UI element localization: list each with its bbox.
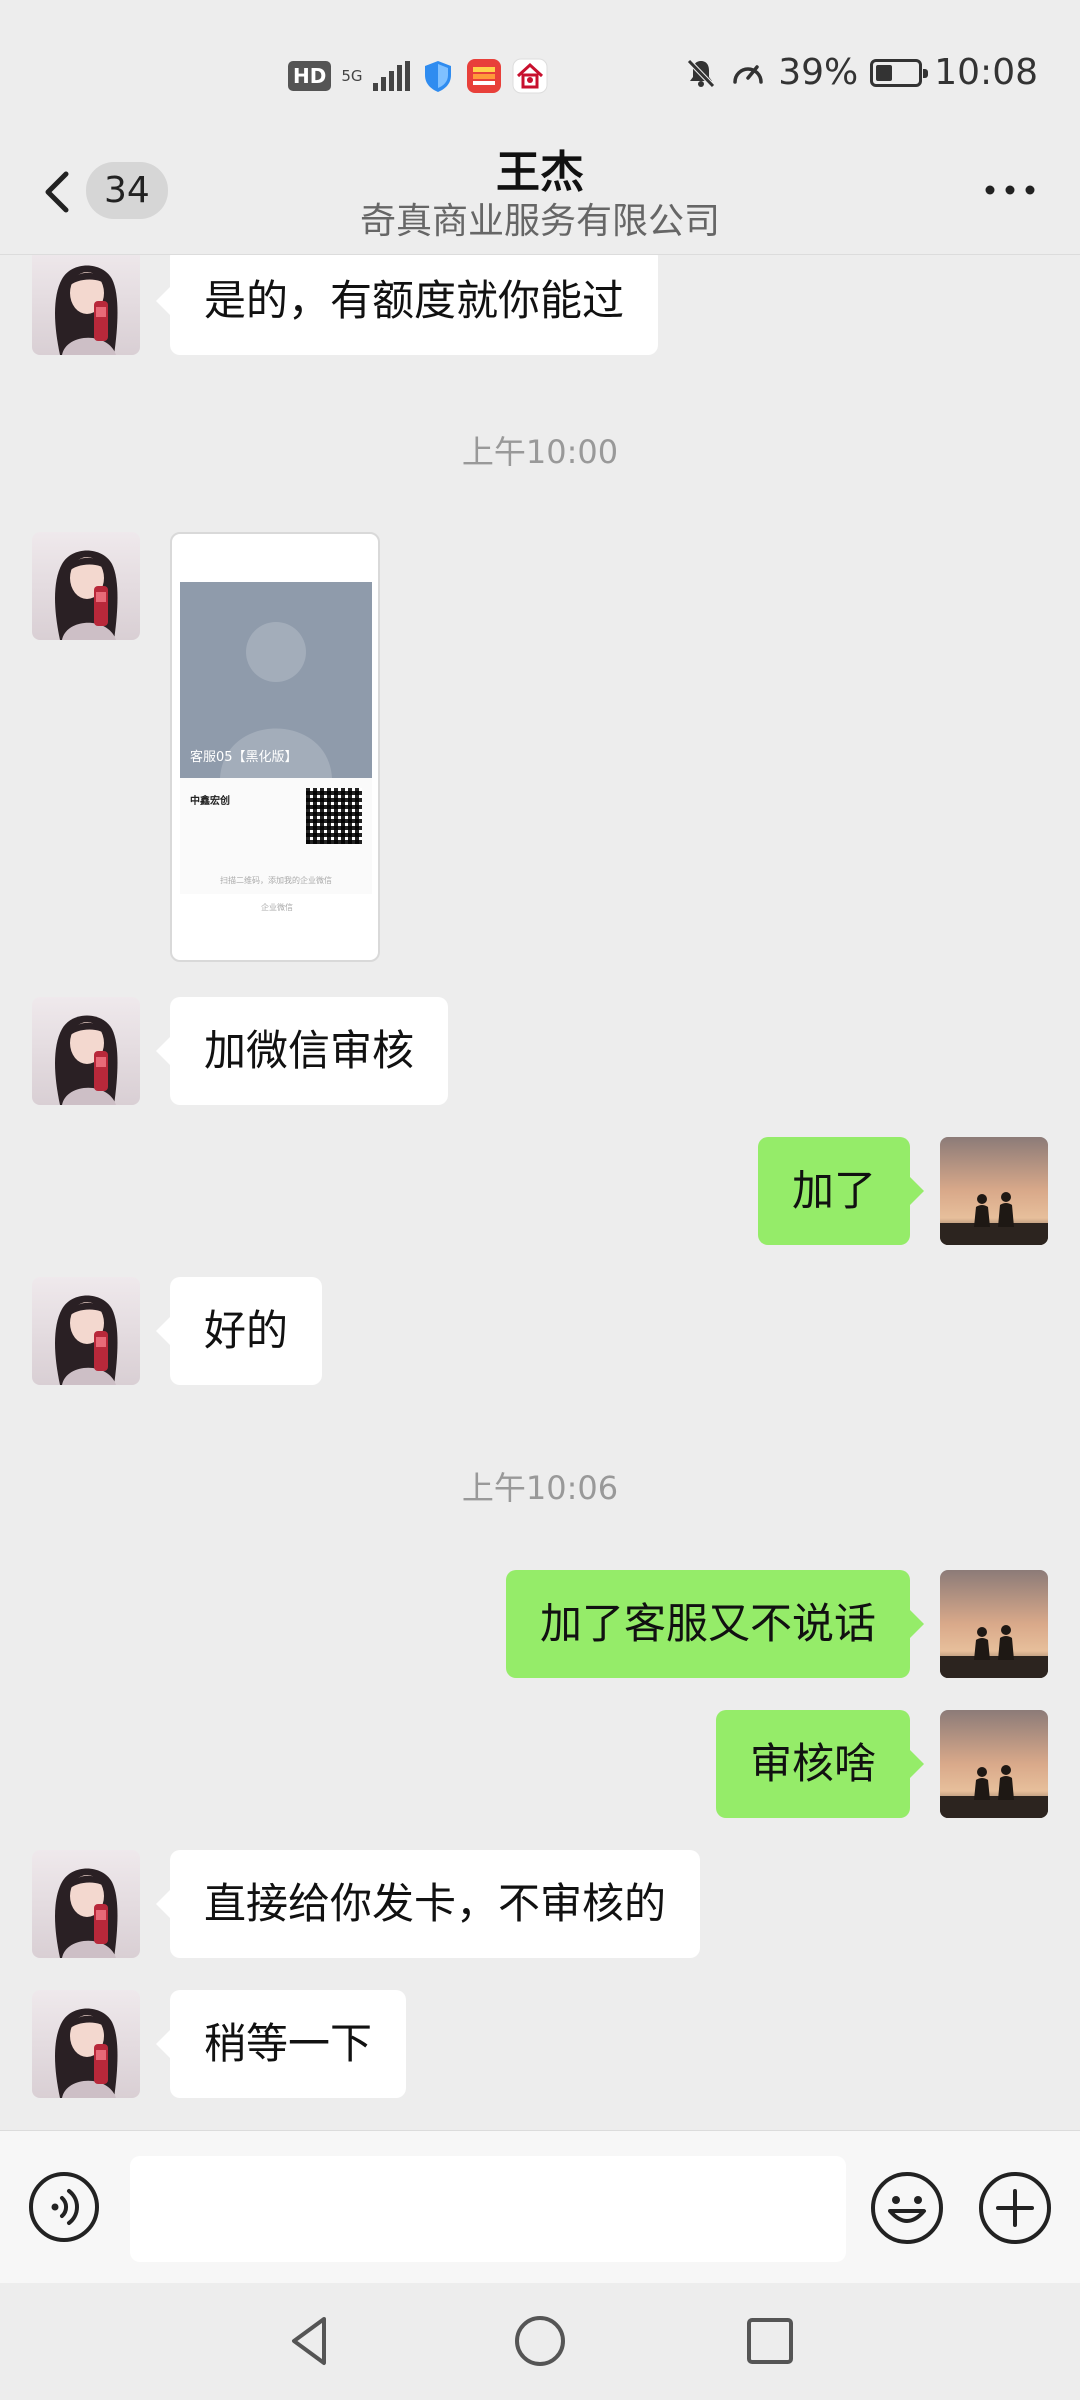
hd-badge: HD <box>288 61 332 91</box>
chat-header: 34 王杰 奇真商业服务有限公司 <box>0 147 1080 255</box>
status-left-icons: HD 5G <box>288 58 548 94</box>
my-avatar[interactable] <box>940 1570 1048 1678</box>
card-photo: 客服05【黑化版】 <box>180 582 372 778</box>
shield-app-icon <box>424 61 451 92</box>
message-bubble[interactable]: 稍等一下 <box>155 1990 407 2098</box>
message-bubble-self[interactable]: 加了 <box>757 1137 925 1245</box>
nav-recents-icon[interactable] <box>740 2311 800 2371</box>
card-name: 客服05【黑化版】 <box>190 750 298 765</box>
card-company: 中鑫宏创 <box>190 796 230 807</box>
contact-avatar[interactable] <box>32 997 140 1105</box>
system-nav-bar <box>0 2283 1080 2400</box>
status-bar: HD 5G 39% 10:08 <box>0 0 1080 150</box>
emoji-icon[interactable] <box>870 2171 944 2245</box>
message-bubble[interactable]: 加微信审核 <box>155 997 449 1105</box>
nav-home-icon[interactable] <box>510 2311 570 2371</box>
contact-card-message[interactable]: 客服05【黑化版】 中鑫宏创 扫描二维码，添加我的企业微信 企业微信 <box>170 532 380 962</box>
message-bubble-self[interactable]: 审核啥 <box>715 1710 925 1818</box>
message-list[interactable]: 是的，有额度就你能过 上午10:00 客服05【黑化版】 中鑫宏创 扫描二维码，… <box>0 255 1080 2130</box>
card-hint: 扫描二维码，添加我的企业微信 <box>220 876 332 885</box>
mute-bell-icon <box>687 58 716 88</box>
contact-avatar[interactable] <box>32 1277 140 1385</box>
card-body: 客服05【黑化版】 中鑫宏创 扫描二维码，添加我的企业微信 <box>180 582 372 894</box>
voice-icon[interactable] <box>28 2171 100 2243</box>
contact-avatar[interactable] <box>32 1990 140 2098</box>
battery-fill <box>876 64 892 81</box>
clock: 10:08 <box>934 52 1038 93</box>
battery-icon <box>870 58 929 87</box>
my-avatar[interactable] <box>940 1137 1048 1245</box>
contact-avatar[interactable] <box>32 255 140 355</box>
message-bubble[interactable]: 直接给你发卡，不审核的 <box>155 1850 701 1958</box>
network-type: 5G <box>341 67 363 85</box>
plus-icon[interactable] <box>978 2171 1052 2245</box>
message-bubble[interactable]: 是的，有额度就你能过 <box>155 255 659 355</box>
contact-avatar[interactable] <box>32 532 140 640</box>
message-bubble[interactable]: 好的 <box>155 1277 323 1385</box>
signal-icon <box>372 61 410 91</box>
more-dots-icon[interactable] <box>980 170 1040 210</box>
message-bubble-self[interactable]: 加了客服又不说话 <box>505 1570 925 1678</box>
nav-back-icon[interactable] <box>280 2311 340 2371</box>
battery-percent: 39% <box>778 52 859 93</box>
contact-avatar[interactable] <box>32 1850 140 1958</box>
qr-code <box>306 788 362 844</box>
message-input[interactable] <box>130 2156 846 2262</box>
wallet-app-icon <box>466 59 501 93</box>
card-footer: 企业微信 <box>261 903 293 912</box>
input-bar <box>0 2130 1080 2283</box>
status-right-icons: 39% 10:08 <box>684 52 1038 93</box>
chat-title: 王杰 <box>496 147 584 198</box>
home-app-icon <box>512 58 548 94</box>
my-avatar[interactable] <box>940 1710 1048 1818</box>
chat-subtitle: 奇真商业服务有限公司 <box>359 201 720 242</box>
message-timestamp: 上午10:06 <box>461 1469 619 1507</box>
message-timestamp: 上午10:00 <box>461 433 619 471</box>
speed-icon <box>733 64 763 84</box>
